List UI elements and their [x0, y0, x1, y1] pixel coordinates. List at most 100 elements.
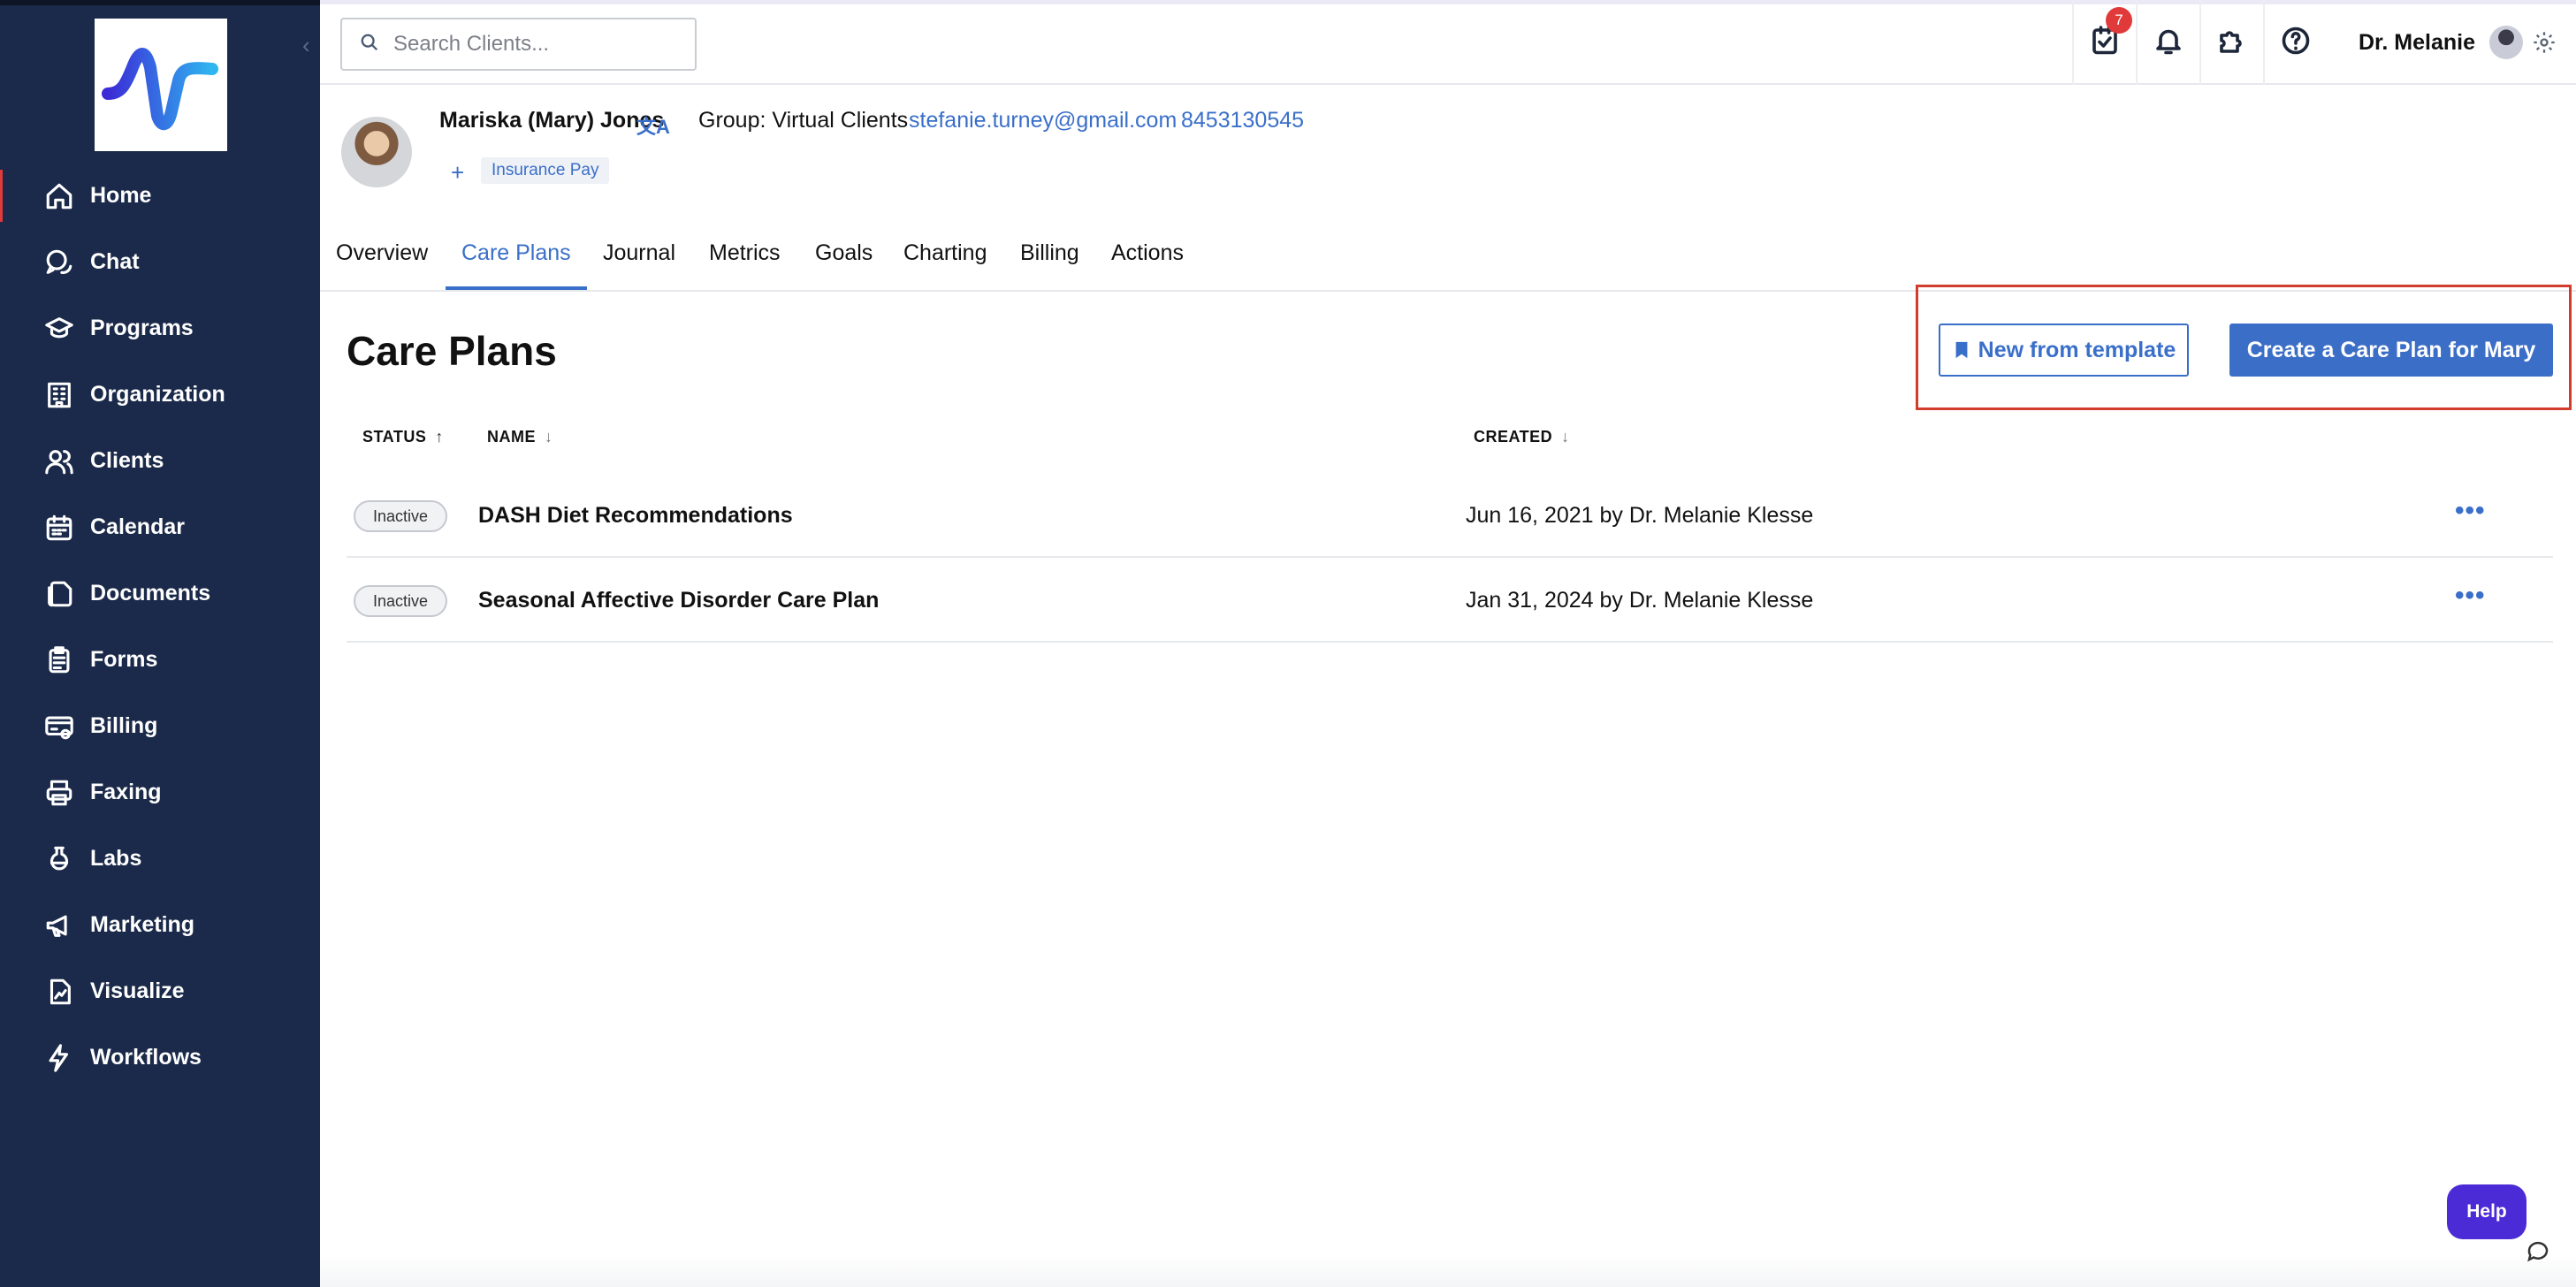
name-column-header[interactable]: NAME ↓	[487, 428, 553, 446]
bookmark-icon	[1955, 341, 1968, 359]
care-plan-created: Jan 31, 2024 by Dr. Melanie Klesse	[1466, 588, 1814, 613]
sort-down-icon: ↓	[1561, 428, 1570, 446]
sidebar-item-label: Faxing	[90, 780, 162, 804]
top-bar: 7 Dr. Melanie	[320, 0, 2576, 85]
sort-up-icon: ↑	[435, 428, 444, 446]
table-row[interactable]: Inactive DASH Diet Recommendations Jun 1…	[347, 473, 2553, 558]
client-avatar	[341, 117, 412, 187]
client-tag[interactable]: Insurance Pay	[481, 157, 610, 184]
lightning-icon	[42, 1041, 76, 1075]
search-box[interactable]	[340, 18, 697, 71]
tab-metrics[interactable]: Metrics	[709, 240, 781, 290]
sidebar-item-chat[interactable]: Chat	[0, 229, 320, 295]
sidebar-item-billing[interactable]: Billing	[0, 693, 320, 759]
created-column-header[interactable]: CREATED ↓	[1474, 428, 1570, 446]
sidebar-item-label: Calendar	[90, 514, 185, 539]
care-plan-created: Jun 16, 2021 by Dr. Melanie Klesse	[1466, 503, 1814, 528]
add-tag-button[interactable]: +	[451, 159, 464, 187]
client-email-link[interactable]: stefanie.turney@gmail.com	[909, 108, 1177, 133]
sidebar-item-label: Workflows	[90, 1045, 202, 1070]
app-logo[interactable]	[95, 19, 227, 151]
sidebar-top-line	[0, 0, 320, 5]
tasks-badge: 7	[2106, 7, 2132, 34]
name-header-label: NAME	[487, 428, 536, 446]
help-center-button[interactable]	[2263, 0, 2327, 85]
user-name: Dr. Melanie	[2359, 29, 2475, 55]
sidebar-item-label: Organization	[90, 382, 225, 407]
clipboard-icon	[42, 644, 76, 677]
sidebar-item-visualize[interactable]: Visualize	[0, 958, 320, 1024]
chat-icon	[42, 246, 76, 279]
sidebar-item-workflows[interactable]: Workflows	[0, 1024, 320, 1091]
care-plan-name[interactable]: DASH Diet Recommendations	[478, 503, 793, 529]
bell-icon	[2153, 25, 2184, 61]
sidebar-item-label: Chat	[90, 249, 140, 274]
sidebar-item-clients[interactable]: Clients	[0, 428, 320, 494]
question-circle-icon	[2280, 25, 2312, 61]
row-more-menu-icon[interactable]: •••	[2455, 496, 2486, 526]
created-header-label: CREATED	[1474, 428, 1553, 446]
row-more-menu-icon[interactable]: •••	[2455, 581, 2486, 611]
home-icon	[42, 179, 76, 213]
sidebar-item-forms[interactable]: Forms	[0, 627, 320, 693]
status-badge: Inactive	[354, 585, 448, 617]
sidebar-item-label: Visualize	[90, 979, 185, 1003]
integrations-button[interactable]	[2199, 0, 2263, 85]
flask-icon	[42, 842, 76, 876]
sidebar-item-marketing[interactable]: Marketing	[0, 892, 320, 958]
graduation-cap-icon	[42, 312, 76, 346]
client-name[interactable]: Mariska (Mary) Jones	[439, 108, 664, 133]
status-column-header[interactable]: STATUS ↑	[362, 428, 444, 446]
sidebar-nav: Home Chat Programs Organization Clients …	[0, 163, 320, 1091]
building-icon	[42, 378, 76, 412]
sidebar-item-documents[interactable]: Documents	[0, 560, 320, 627]
new-from-template-button[interactable]: New from template	[1939, 324, 2189, 377]
sidebar-item-label: Labs	[90, 846, 142, 871]
sidebar-item-labs[interactable]: Labs	[0, 826, 320, 892]
user-menu[interactable]: Dr. Melanie	[2359, 0, 2557, 85]
user-avatar	[2489, 26, 2523, 59]
new-from-template-label: New from template	[1978, 337, 2176, 362]
tab-overview[interactable]: Overview	[336, 240, 428, 290]
sidebar: ‹ Home Chat Programs Organization Client…	[0, 0, 320, 1287]
translate-icon[interactable]: 文A	[636, 111, 670, 140]
collapse-sidebar-icon[interactable]: ‹	[302, 32, 310, 58]
megaphone-icon	[42, 909, 76, 942]
printer-icon	[42, 776, 76, 810]
calendar-icon	[42, 511, 76, 544]
tasks-button[interactable]: 7	[2072, 0, 2136, 85]
sidebar-item-label: Documents	[90, 581, 211, 605]
status-badge: Inactive	[354, 500, 448, 532]
sidebar-item-calendar[interactable]: Calendar	[0, 494, 320, 560]
sort-down-icon: ↓	[545, 428, 553, 446]
tab-billing[interactable]: Billing	[1020, 240, 1079, 290]
sidebar-item-label: Marketing	[90, 912, 195, 937]
create-care-plan-button[interactable]: Create a Care Plan for Mary	[2229, 324, 2553, 377]
gear-icon[interactable]	[2532, 30, 2557, 55]
users-icon	[42, 445, 76, 478]
care-plan-name[interactable]: Seasonal Affective Disorder Care Plan	[478, 588, 879, 613]
tab-care-plans[interactable]: Care Plans	[446, 240, 587, 290]
client-phone-link[interactable]: 8453130545	[1181, 108, 1304, 133]
help-button[interactable]: Help	[2447, 1184, 2526, 1239]
tab-actions[interactable]: Actions	[1111, 240, 1184, 290]
search-icon	[360, 33, 379, 57]
puzzle-icon	[2216, 25, 2248, 61]
billing-icon	[42, 710, 76, 743]
search-input[interactable]	[393, 32, 685, 57]
logo-wave-icon	[102, 48, 218, 131]
sidebar-item-label: Billing	[90, 713, 158, 738]
chat-bubble-icon[interactable]	[2525, 1238, 2551, 1264]
sidebar-item-home[interactable]: Home	[0, 163, 320, 229]
sidebar-item-organization[interactable]: Organization	[0, 362, 320, 428]
notifications-button[interactable]	[2136, 0, 2199, 85]
sidebar-item-label: Home	[90, 183, 152, 208]
tab-charting[interactable]: Charting	[903, 240, 987, 290]
sidebar-item-programs[interactable]: Programs	[0, 295, 320, 362]
client-tabs: Overview Care Plans Journal Metrics Goal…	[320, 228, 2576, 292]
tab-journal[interactable]: Journal	[603, 240, 675, 290]
status-header-label: STATUS	[362, 428, 427, 446]
table-row[interactable]: Inactive Seasonal Affective Disorder Car…	[347, 558, 2553, 643]
tab-goals[interactable]: Goals	[815, 240, 873, 290]
sidebar-item-faxing[interactable]: Faxing	[0, 759, 320, 826]
